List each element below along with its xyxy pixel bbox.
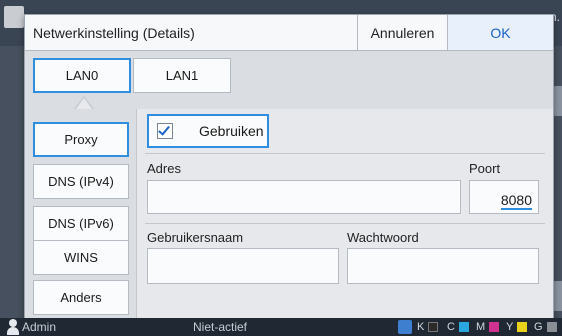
use-proxy-checkbox[interactable]: Gebruiken xyxy=(147,114,269,148)
menu-item-anders[interactable]: Anders xyxy=(33,280,129,315)
tab-lan1[interactable]: LAN1 xyxy=(133,58,231,93)
divider xyxy=(145,153,545,154)
address-field[interactable] xyxy=(147,180,461,214)
menu-item-dns-ipv4[interactable]: DNS (IPv4) xyxy=(33,164,129,199)
network-link-icon xyxy=(398,320,412,334)
dialog-title: Netwerkinstelling (Details) xyxy=(33,25,195,41)
dialog-header: Netwerkinstelling (Details) Annuleren OK xyxy=(25,15,553,51)
menu-item-dns-ipv6[interactable]: DNS (IPv6) xyxy=(33,206,129,241)
ok-button[interactable]: OK xyxy=(447,15,553,50)
port-field[interactable]: 8080 xyxy=(469,180,539,214)
username-field[interactable] xyxy=(147,248,339,284)
settings-icon xyxy=(4,6,24,28)
ink-indicator-m: M xyxy=(476,320,500,334)
ink-indicator-c: C xyxy=(447,320,469,334)
menu-item-proxy[interactable]: Proxy xyxy=(33,122,129,157)
divider xyxy=(145,223,545,224)
status-bar: Admin Niet-actief K C M Y G xyxy=(0,318,562,336)
address-label: Adres xyxy=(147,161,181,176)
user-name: Admin xyxy=(22,320,57,334)
proxy-settings-panel: Gebruiken Adres Poort 8080 Gebruikersnaa… xyxy=(137,109,553,320)
tab-pointer-inner xyxy=(76,98,92,109)
port-value: 8080 xyxy=(500,192,532,210)
checkbox-icon xyxy=(157,123,173,139)
machine-status: Niet-actief xyxy=(193,320,248,334)
category-menu: Proxy DNS (IPv4) DNS (IPv6) WINS Anders xyxy=(25,109,137,320)
port-label: Poort xyxy=(469,161,501,176)
username-label: Gebruikersnaam xyxy=(147,230,244,245)
use-proxy-label: Gebruiken xyxy=(199,123,264,139)
password-field[interactable] xyxy=(347,248,539,284)
ink-indicator-k: K xyxy=(417,320,439,334)
lan-tab-bar: LAN0 LAN1 xyxy=(25,51,553,109)
password-label: Wachtwoord xyxy=(347,230,419,245)
user-icon xyxy=(6,319,20,335)
menu-item-wins[interactable]: WINS xyxy=(33,240,129,275)
ink-indicator-g: G xyxy=(534,320,557,334)
ink-indicator-y: Y xyxy=(506,320,528,334)
tab-lan0[interactable]: LAN0 xyxy=(33,58,131,93)
network-settings-dialog: Netwerkinstelling (Details) Annuleren OK… xyxy=(24,14,554,320)
check-icon xyxy=(158,123,170,136)
cancel-button[interactable]: Annuleren xyxy=(357,15,447,50)
